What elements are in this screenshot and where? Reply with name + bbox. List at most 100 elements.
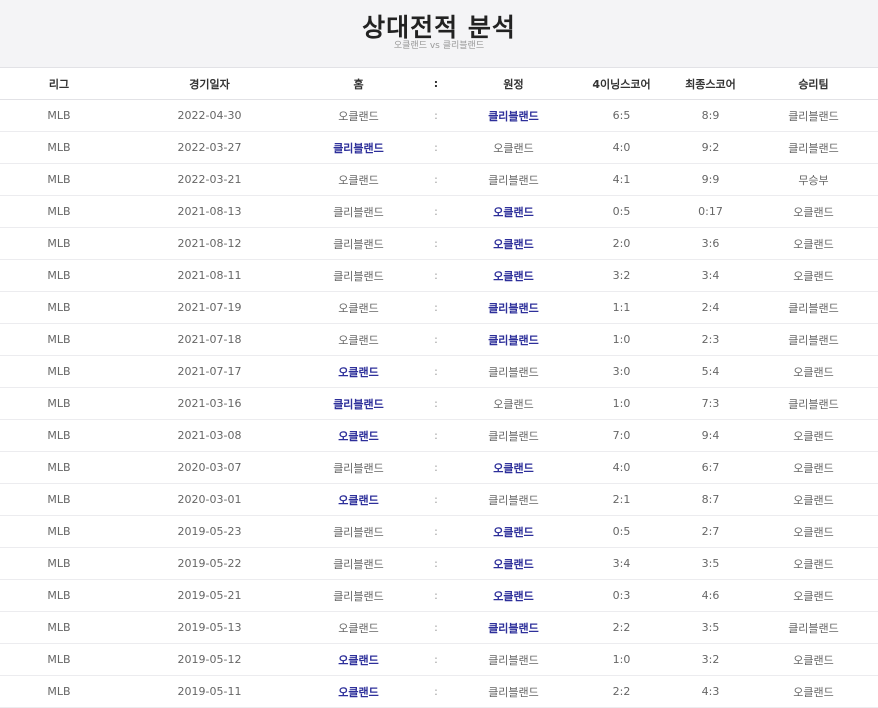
separator-cell: : (416, 547, 456, 580)
winner-cell: 클리블랜드 (749, 99, 878, 132)
col-separator: : (416, 68, 456, 100)
table-row: MLB 2022-04-30 오클랜드: 클리블랜드 6:5 8:9 클리블랜드 (0, 99, 878, 132)
winner-cell: 클리블랜드 (749, 131, 878, 164)
inning4-score-cell: 1:0 (571, 323, 672, 356)
home-team-cell: 오클랜드 (301, 323, 416, 356)
final-score-cell: 3:5 (672, 547, 749, 580)
league-cell: MLB (0, 547, 118, 580)
winner-cell: 오클랜드 (749, 547, 878, 580)
away-team-cell: 클리블랜드 (456, 163, 571, 196)
away-team-cell: 클리블랜드 (456, 675, 571, 708)
league-cell: MLB (0, 195, 118, 228)
home-team-cell: 오클랜드 (301, 355, 416, 388)
final-score-cell: 9:9 (672, 163, 749, 196)
table-row: MLB 2021-07-17 오클랜드: 클리블랜드 3:0 5:4 오클랜드 (0, 355, 878, 388)
league-cell: MLB (0, 355, 118, 388)
final-score-cell: 2:7 (672, 515, 749, 548)
table-row: MLB 2019-05-13 오클랜드: 클리블랜드 2:2 3:5 클리블랜드 (0, 611, 878, 644)
away-team-cell: 오클랜드 (456, 387, 571, 420)
home-team-cell: 오클랜드 (301, 291, 416, 324)
table-row: MLB 2020-03-01 오클랜드: 클리블랜드 2:1 8:7 오클랜드 (0, 483, 878, 516)
separator-cell: : (416, 611, 456, 644)
league-cell: MLB (0, 451, 118, 484)
home-team-cell: 클리블랜드 (301, 579, 416, 612)
separator-cell: : (416, 227, 456, 260)
home-team-cell: 오클랜드 (301, 643, 416, 676)
separator-cell: : (416, 291, 456, 324)
away-team-cell: 오클랜드 (456, 547, 571, 580)
home-team-cell: 클리블랜드 (301, 547, 416, 580)
winner-cell: 오클랜드 (749, 259, 878, 292)
home-team-cell: 오클랜드 (301, 419, 416, 452)
table-row: MLB 2021-08-13 클리블랜드: 오클랜드 0:5 0:17 오클랜드 (0, 195, 878, 228)
winner-cell: 무승부 (749, 163, 878, 196)
date-cell: 2021-07-17 (118, 355, 301, 388)
col-away: 원정 (456, 68, 571, 100)
away-team-cell: 오클랜드 (456, 131, 571, 164)
table-header: 리그 경기일자 홈 : 원정 4이닝스코어 최종스코어 승리팀 (0, 68, 878, 100)
away-team-cell: 오클랜드 (456, 515, 571, 548)
separator-cell: : (416, 643, 456, 676)
away-team-cell: 클리블랜드 (456, 643, 571, 676)
table-row: MLB 2019-05-21 클리블랜드: 오클랜드 0:3 4:6 오클랜드 (0, 579, 878, 612)
league-cell: MLB (0, 131, 118, 164)
inning4-score-cell: 4:1 (571, 163, 672, 196)
date-cell: 2021-08-13 (118, 195, 301, 228)
home-team-cell: 클리블랜드 (301, 227, 416, 260)
date-cell: 2021-07-19 (118, 291, 301, 324)
winner-cell: 클리블랜드 (749, 387, 878, 420)
table-row: MLB 2021-07-19 오클랜드: 클리블랜드 1:1 2:4 클리블랜드 (0, 291, 878, 324)
home-team-cell: 클리블랜드 (301, 259, 416, 292)
winner-cell: 오클랜드 (749, 483, 878, 516)
final-score-cell: 3:2 (672, 643, 749, 676)
away-team-cell: 오클랜드 (456, 195, 571, 228)
inning4-score-cell: 1:0 (571, 643, 672, 676)
table-row: MLB 2020-03-07 클리블랜드: 오클랜드 4:0 6:7 오클랜드 (0, 451, 878, 484)
inning4-score-cell: 3:2 (571, 259, 672, 292)
league-cell: MLB (0, 323, 118, 356)
home-team-cell: 클리블랜드 (301, 387, 416, 420)
inning4-score-cell: 2:2 (571, 675, 672, 708)
away-team-cell: 클리블랜드 (456, 323, 571, 356)
page-header: 상대전적 분석 오클랜드 vs 클리블랜드 (0, 0, 878, 68)
final-score-cell: 4:3 (672, 675, 749, 708)
date-cell: 2022-04-30 (118, 99, 301, 132)
home-team-cell: 클리블랜드 (301, 515, 416, 548)
date-cell: 2022-03-21 (118, 163, 301, 196)
winner-cell: 오클랜드 (749, 227, 878, 260)
date-cell: 2021-03-16 (118, 387, 301, 420)
table-row: MLB 2019-05-11 오클랜드: 클리블랜드 2:2 4:3 오클랜드 (0, 675, 878, 708)
final-score-cell: 4:6 (672, 579, 749, 612)
separator-cell: : (416, 163, 456, 196)
league-cell: MLB (0, 483, 118, 516)
header-row: 리그 경기일자 홈 : 원정 4이닝스코어 최종스코어 승리팀 (0, 68, 878, 100)
away-team-cell: 클리블랜드 (456, 611, 571, 644)
league-cell: MLB (0, 419, 118, 452)
winner-cell: 클리블랜드 (749, 291, 878, 324)
final-score-cell: 3:6 (672, 227, 749, 260)
winner-cell: 오클랜드 (749, 643, 878, 676)
separator-cell: : (416, 675, 456, 708)
col-league: 리그 (0, 68, 118, 100)
final-score-cell: 0:17 (672, 195, 749, 228)
league-cell: MLB (0, 643, 118, 676)
col-date: 경기일자 (118, 68, 301, 100)
inning4-score-cell: 6:5 (571, 99, 672, 132)
table-row: MLB 2019-05-22 클리블랜드: 오클랜드 3:4 3:5 오클랜드 (0, 547, 878, 580)
winner-cell: 오클랜드 (749, 451, 878, 484)
final-score-cell: 8:9 (672, 99, 749, 132)
separator-cell: : (416, 355, 456, 388)
final-score-cell: 6:7 (672, 451, 749, 484)
date-cell: 2021-07-18 (118, 323, 301, 356)
inning4-score-cell: 0:5 (571, 195, 672, 228)
winner-cell: 오클랜드 (749, 675, 878, 708)
away-team-cell: 오클랜드 (456, 451, 571, 484)
winner-cell: 오클랜드 (749, 579, 878, 612)
separator-cell: : (416, 131, 456, 164)
inning4-score-cell: 0:5 (571, 515, 672, 548)
away-team-cell: 클리블랜드 (456, 99, 571, 132)
inning4-score-cell: 1:1 (571, 291, 672, 324)
league-cell: MLB (0, 291, 118, 324)
away-team-cell: 오클랜드 (456, 227, 571, 260)
date-cell: 2021-08-11 (118, 259, 301, 292)
